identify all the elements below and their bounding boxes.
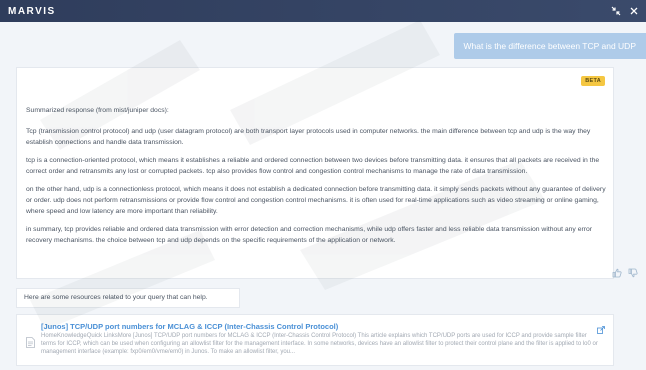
title-bar: MARVIS <box>0 0 646 22</box>
answer-paragraph: Tcp (transmission control protocol) and … <box>26 128 591 146</box>
user-message-row: What is the difference between TCP and U… <box>0 33 646 59</box>
answer-paragraph: tcp is a connection-oriented protocol, w… <box>26 157 600 175</box>
resources-intro: Here are some resources related to your … <box>16 288 240 308</box>
resource-title-link[interactable]: [Junos] TCP/UDP port numbers for MCLAG &… <box>41 322 338 331</box>
external-link-icon[interactable] <box>597 321 605 334</box>
marvis-window: MARVIS What is the difference between TC… <box>0 0 646 370</box>
user-question-bubble: What is the difference between TCP and U… <box>453 33 646 59</box>
app-title: MARVIS <box>8 5 56 17</box>
answer-text: Summarized response (from mist/juniper d… <box>26 105 606 253</box>
summary-label: Summarized response (from mist/juniper d… <box>26 107 169 114</box>
resource-result-card[interactable]: [Junos] TCP/UDP port numbers for MCLAG &… <box>16 314 614 366</box>
document-icon <box>26 335 35 348</box>
titlebar-controls <box>610 5 640 17</box>
beta-badge: BETA <box>581 76 605 86</box>
collapse-icon[interactable] <box>610 5 622 17</box>
answer-card: BETA Summarized response (from mist/juni… <box>16 67 614 279</box>
thumbs-down-icon[interactable] <box>628 268 638 278</box>
answer-paragraph: on the other hand, udp is a connectionle… <box>26 186 606 215</box>
thumbs-up-icon[interactable] <box>612 268 622 278</box>
feedback-controls <box>612 268 638 278</box>
resource-snippet: HomeKnowledgeQuick LinksMore [Junos] TCP… <box>41 333 598 355</box>
close-icon[interactable] <box>628 5 640 17</box>
answer-paragraph: in summary, tcp provides reliable and or… <box>26 226 593 244</box>
